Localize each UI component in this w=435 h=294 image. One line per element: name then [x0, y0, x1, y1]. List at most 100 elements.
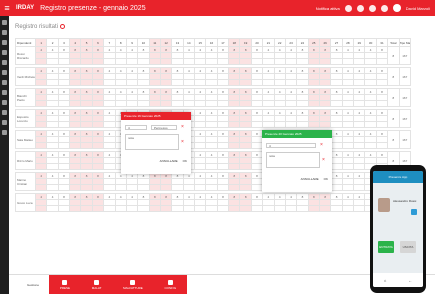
hours-field[interactable]: 4: [266, 142, 316, 148]
day-header: 13: [171, 38, 184, 47]
employee-name[interactable]: Rossi Riccardo: [15, 46, 36, 65]
sidebar-chart-icon[interactable]: [2, 60, 7, 65]
sidebar-mail-icon[interactable]: [2, 100, 7, 105]
delete-icon[interactable]: ×: [181, 139, 184, 145]
clock-out-button[interactable]: USCITA: [400, 241, 416, 253]
bottom-bar-label: Gestione: [27, 283, 40, 287]
day-header: 12: [159, 38, 173, 47]
row-extra: 167: [398, 88, 411, 107]
ok-button[interactable]: OK: [324, 177, 328, 181]
bottom-nav-config[interactable]: CONFIG: [164, 280, 176, 290]
sidebar-calendar-icon[interactable]: [2, 40, 7, 45]
employee-name[interactable]: Sala Matteo: [15, 130, 36, 149]
day-header: 6: [91, 38, 105, 47]
phone-mockup: Presenze App Alessandro Rossi ENTRATA US…: [370, 165, 426, 293]
camera-icon[interactable]: [411, 209, 417, 215]
row-total: 8: [387, 67, 400, 86]
day-header: 25: [307, 38, 321, 47]
clock-icon[interactable]: [356, 4, 364, 12]
employee-name[interactable]: Rizzo Mario: [15, 151, 36, 170]
close-icon[interactable]: ×: [181, 124, 184, 130]
sidebar-pin-icon[interactable]: [2, 130, 7, 135]
employee-name[interactable]: Bianchi Paolo: [15, 88, 36, 107]
row-extra: 167: [398, 46, 411, 65]
attendance-dialog-red: Presenze 16 Gennaio 2025 4 Permesso × no…: [121, 112, 191, 174]
grid-header-row: Dipendenti 1 2 3 4 5 6 7 8 9 10 11 12 13 14 15 16 17 18 19 2…: [15, 38, 411, 47]
info-icon[interactable]: [60, 24, 66, 29]
delete-icon[interactable]: ×: [322, 157, 325, 163]
employee-name[interactable]: Esposito Lorenzo: [15, 109, 36, 128]
day-header: 28: [341, 38, 355, 47]
sidebar-home-icon[interactable]: [2, 20, 7, 25]
day-header: 9: [125, 38, 139, 47]
row-gap: [16, 212, 411, 215]
type-select[interactable]: Permesso: [151, 124, 177, 130]
cancel-button[interactable]: ANNULLARE: [301, 177, 319, 181]
register-title: Registro risultati: [15, 24, 66, 30]
employee-name[interactable]: Verdi Michele: [15, 67, 36, 86]
hours-field[interactable]: 4: [125, 124, 147, 130]
sidebar-gear-icon[interactable]: [2, 110, 7, 115]
bottom-nav-label: CONFIG: [164, 286, 177, 290]
sidebar-help-icon[interactable]: [2, 120, 7, 125]
day-header: 29: [353, 38, 366, 47]
row-spacer: [16, 212, 411, 215]
top-bar-actions: Notifica attiva David Marzoli: [316, 4, 435, 12]
day-header: 1: [34, 38, 48, 47]
day-header: 3: [57, 38, 71, 47]
note-field[interactable]: nota: [125, 134, 179, 150]
day-header: 31: [375, 38, 389, 47]
phone-nav: ⌂ ←: [373, 273, 423, 287]
sidebar-clock-icon[interactable]: [2, 50, 7, 55]
attendance-grid: Dipendenti 1 2 3 4 5 6 7 8 9 10 11 12 13 14 15 16 17 18 19 2…: [15, 38, 411, 215]
employee-name[interactable]: Greco Luca: [15, 193, 36, 212]
app-window: ≡ IRDAY Registro presenze - gennaio 2025…: [0, 0, 435, 294]
bell-icon[interactable]: [368, 4, 376, 12]
bottom-nav-label: MALAT: [91, 286, 102, 290]
bottom-nav: PRESE MALAT MALFATTURE CONFIG: [49, 275, 187, 294]
bottom-nav-fatture[interactable]: MALFATTURE: [123, 280, 143, 290]
menu-icon[interactable]: ≡: [0, 0, 14, 16]
sidebar-user-icon[interactable]: [2, 30, 7, 35]
dialog-header: Presenze 16 Gennaio 2025: [121, 112, 191, 120]
bottom-nav-malattia[interactable]: MALAT: [91, 280, 102, 290]
dialog-header: Presenze 20 Gennaio 2025: [262, 130, 332, 138]
sidebar-doc-icon[interactable]: [2, 80, 7, 85]
cancel-button[interactable]: ANNULLARE: [160, 159, 178, 163]
user-name[interactable]: David Marzoli: [406, 6, 430, 11]
day-header: 16: [205, 38, 218, 47]
clock-in-button[interactable]: ENTRATA: [378, 241, 394, 253]
day-header: 27: [330, 38, 343, 47]
config-icon: [167, 280, 173, 285]
sidebar-list-icon[interactable]: [2, 70, 7, 75]
presenze-icon: [62, 280, 68, 285]
close-icon[interactable]: ×: [320, 142, 323, 148]
sidebar: [0, 16, 9, 294]
ok-button[interactable]: OK: [183, 159, 187, 163]
phone-user-name: Alessandro Rossi: [393, 199, 417, 203]
day-header: 30: [364, 38, 377, 47]
back-icon[interactable]: ←: [408, 278, 412, 283]
row-extra: 167: [398, 130, 411, 149]
day-header: 21: [262, 38, 275, 47]
home-icon[interactable]: ⌂: [384, 278, 386, 283]
day-header: 2: [46, 38, 59, 47]
total-header: Total: [387, 38, 400, 47]
note-field[interactable]: nota: [266, 152, 320, 168]
day-header: 20: [250, 38, 264, 47]
employee-name[interactable]: Marino Cristian: [15, 172, 36, 191]
day-header: 14: [182, 38, 196, 47]
page-title: Registro presenze - gennaio 2025: [40, 4, 146, 12]
star-icon[interactable]: [380, 4, 388, 12]
phone-screen: Presenze App Alessandro Rossi ENTRATA US…: [373, 171, 423, 287]
extra-header: Tipo Marcia: [398, 38, 411, 47]
day-header: 23: [284, 38, 298, 47]
settings-icon[interactable]: [344, 4, 352, 12]
bottom-nav-presenze[interactable]: PRESE: [60, 280, 70, 290]
sidebar-folder-icon[interactable]: [2, 90, 7, 95]
day-header: 19: [239, 38, 252, 47]
avatar: [378, 198, 390, 212]
day-header: 8: [114, 38, 127, 47]
avatar[interactable]: [392, 4, 401, 12]
day-header: 22: [273, 38, 286, 47]
